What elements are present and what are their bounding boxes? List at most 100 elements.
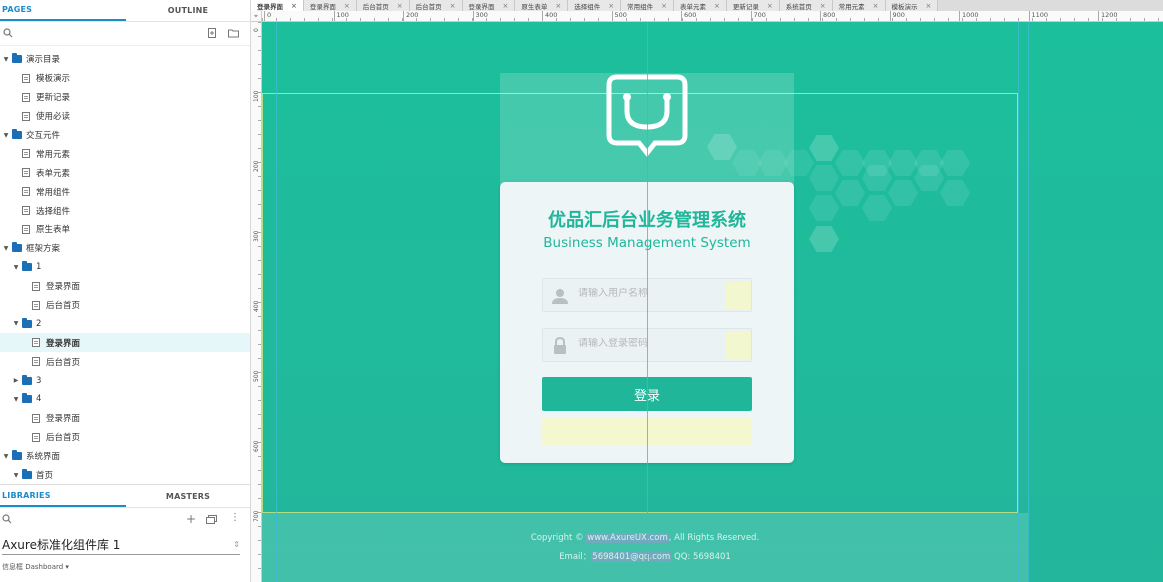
close-icon[interactable]: × xyxy=(767,2,773,10)
document-tab[interactable]: 登录界面 × xyxy=(251,0,304,11)
qq-text: QQ: 5698401 xyxy=(671,552,731,562)
close-icon[interactable]: × xyxy=(503,2,509,10)
tree-page[interactable]: 选择组件 xyxy=(0,201,250,220)
tree-folder[interactable]: ▼ 演示目录 xyxy=(0,50,250,69)
tab-pages[interactable]: PAGES xyxy=(0,0,126,21)
close-icon[interactable]: × xyxy=(450,2,456,10)
close-icon[interactable]: × xyxy=(397,2,403,10)
contact-line: Email：5698401@qq.com QQ: 5698401 xyxy=(262,550,1028,562)
guide-line[interactable] xyxy=(1028,22,1029,582)
ruler-label: 200 xyxy=(253,160,260,172)
tree-page[interactable]: 原生表单 xyxy=(0,220,250,239)
tree-page[interactable]: 后台首页 xyxy=(0,428,250,447)
close-icon[interactable]: × xyxy=(714,2,720,10)
tree-page[interactable]: 登录界面 xyxy=(0,277,250,296)
tree-item-label: 更新记录 xyxy=(36,93,71,104)
more-options-icon[interactable]: ⋮ xyxy=(230,512,240,523)
chevron-down-icon[interactable]: ▼ xyxy=(12,320,20,327)
tree-folder[interactable]: ▼ 4 xyxy=(0,390,250,409)
guide-line[interactable] xyxy=(1018,22,1019,582)
document-tab[interactable]: 后台首页 × xyxy=(409,0,463,11)
tab-outline[interactable]: OUTLINE xyxy=(126,0,250,21)
tree-page[interactable]: 表单元素 xyxy=(0,163,250,182)
tree-page[interactable]: 使用必读 xyxy=(0,107,250,126)
document-tab[interactable]: 选择组件 × xyxy=(568,0,622,11)
tree-page[interactable]: 后台首页 xyxy=(0,352,250,371)
document-tab[interactable]: 模板演示 × xyxy=(885,0,939,11)
username-input[interactable] xyxy=(578,288,728,299)
email-link[interactable]: 5698401@qq.com xyxy=(591,552,672,562)
chevron-down-icon[interactable]: ▼ xyxy=(12,396,20,403)
library-category[interactable]: 信息框 Dashboard ▾ xyxy=(2,562,69,572)
ruler-corner-icon: ⌖ xyxy=(251,11,262,22)
tree-page[interactable]: 常用组件 xyxy=(0,182,250,201)
chevron-updown-icon: ⇕ xyxy=(233,540,240,549)
chevron-down-icon[interactable]: ▼ xyxy=(2,56,10,63)
tree-item-label: 框架方案 xyxy=(26,244,61,255)
guide-line[interactable] xyxy=(276,22,277,582)
ruler-label: 1100 xyxy=(1028,11,1048,21)
password-input[interactable] xyxy=(578,338,728,349)
ruler-label: 1000 xyxy=(959,11,979,21)
library-select[interactable]: Axure标准化组件库 1 ⇕ xyxy=(2,535,240,555)
tree-page[interactable]: 登录界面 xyxy=(0,333,250,353)
tree-folder[interactable]: ▼ 系统界面 xyxy=(0,447,250,466)
chevron-down-icon[interactable]: ▼ xyxy=(2,245,10,252)
close-icon[interactable]: × xyxy=(555,2,561,10)
close-icon[interactable]: × xyxy=(926,2,932,10)
document-tab[interactable]: 常用组件 × xyxy=(621,0,674,11)
document-tab[interactable]: 后台首页 × xyxy=(356,0,410,11)
tree-page[interactable]: 模板演示 xyxy=(0,69,250,88)
add-folder-icon[interactable] xyxy=(227,28,239,40)
libraries-toolbar: + ⋮ xyxy=(0,508,250,532)
chevron-down-icon[interactable]: ▼ xyxy=(12,472,20,479)
chevron-down-icon[interactable]: ▼ xyxy=(12,264,20,271)
design-canvas[interactable]: 优品汇后台业务管理系统 Business Management System 登… xyxy=(262,22,1163,582)
close-icon[interactable]: × xyxy=(820,2,826,10)
tree-page[interactable]: 常用元素 xyxy=(0,144,250,163)
close-icon[interactable]: × xyxy=(661,2,667,10)
email-label: Email： xyxy=(559,552,592,562)
tab-masters[interactable]: MASTERS xyxy=(126,485,250,507)
close-icon[interactable]: × xyxy=(344,2,350,10)
tree-page[interactable]: 登录界面 xyxy=(0,409,250,428)
tree-page[interactable]: 更新记录 xyxy=(0,88,250,107)
search-icon[interactable] xyxy=(2,28,14,40)
close-icon[interactable]: × xyxy=(873,2,879,10)
tree-folder[interactable]: ▼ 1 xyxy=(0,258,250,277)
page-icon xyxy=(32,432,40,442)
document-tabs: 登录界面 × 登录界面 × 后台首页 × 后台首页 × 登录界面 × 原生表单 × 选择组件 × 常用组件 ×… xyxy=(251,0,1163,11)
tree-folder[interactable]: ▼ 2 xyxy=(0,314,250,333)
document-tab-label: 原生表单 xyxy=(521,2,548,11)
add-page-icon[interactable] xyxy=(206,28,218,40)
chevron-down-icon[interactable]: ▼ xyxy=(2,132,10,139)
guide-line[interactable] xyxy=(647,22,648,582)
add-library-icon[interactable]: + xyxy=(186,512,196,526)
document-tab[interactable]: 登录界面 × xyxy=(462,0,516,11)
library-manage-icon[interactable] xyxy=(206,515,217,527)
tree-item-label: 后台首页 xyxy=(46,357,81,368)
vertical-ruler: 0 100 200 300 400 500 600 700 xyxy=(251,22,262,582)
tree-folder[interactable]: ▼ 首页 xyxy=(0,466,250,482)
document-tab[interactable]: 原生表单 × xyxy=(515,0,569,11)
document-tab[interactable]: 常用元素 × xyxy=(832,0,886,11)
document-tab[interactable]: 表单元素 × xyxy=(674,0,727,11)
tab-libraries[interactable]: LIBRARIES xyxy=(0,485,126,507)
search-icon[interactable] xyxy=(2,514,12,527)
tree-folder[interactable]: ▼ 交互元件 xyxy=(0,126,250,145)
document-tab[interactable]: 登录界面 × xyxy=(303,0,357,11)
website-link[interactable]: www.AxureUX.com xyxy=(586,533,669,543)
document-tab[interactable]: 系统首页 × xyxy=(779,0,833,11)
username-highlight xyxy=(725,282,751,309)
tree-page[interactable]: 后台首页 xyxy=(0,296,250,315)
tree-folder[interactable]: ▶ 3 xyxy=(0,371,250,390)
page-icon xyxy=(22,206,30,216)
chevron-right-icon[interactable]: ▶ xyxy=(12,377,20,384)
tree-folder[interactable]: ▼ 框架方案 xyxy=(0,239,250,258)
folder-icon xyxy=(12,242,22,253)
document-tab[interactable]: 更新记录 × xyxy=(726,0,780,11)
close-icon[interactable]: × xyxy=(291,2,297,10)
copyright-text: Copyright © xyxy=(530,533,587,543)
chevron-down-icon[interactable]: ▼ xyxy=(2,453,10,460)
close-icon[interactable]: × xyxy=(608,2,614,10)
